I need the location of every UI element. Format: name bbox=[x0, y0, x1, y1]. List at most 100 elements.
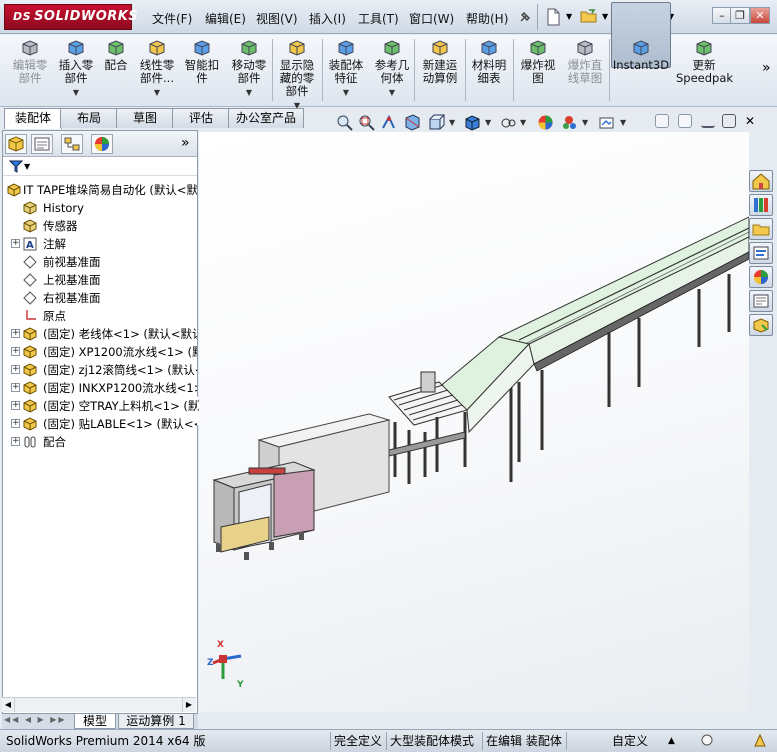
view-orientation-icon[interactable] bbox=[428, 114, 446, 131]
expand-toggle-icon[interactable]: + bbox=[11, 365, 20, 374]
pin-icon[interactable] bbox=[517, 9, 535, 27]
menu-file[interactable]: 文件(F) bbox=[152, 10, 192, 27]
file-explorer-icon[interactable] bbox=[749, 218, 773, 240]
ribbon-button-exploded-view[interactable]: 爆炸视 图 bbox=[516, 39, 560, 85]
tree-item[interactable]: + (固定) 贴LABLE<1> (默认<<默 bbox=[3, 415, 197, 433]
configuration-manager-tab-icon[interactable] bbox=[61, 134, 83, 154]
view-palette-icon[interactable] bbox=[749, 242, 773, 264]
ribbon-button-explode-line[interactable]: 爆炸直 线草图 bbox=[562, 39, 608, 85]
split-view-icon[interactable] bbox=[678, 114, 692, 128]
ribbon-dropdown-icon[interactable]: ▼ bbox=[56, 86, 96, 99]
restore-button[interactable]: ❐ bbox=[730, 7, 750, 24]
ribbon-button-smart-fastener[interactable]: 智能扣 件 bbox=[182, 39, 222, 85]
panel-more-button[interactable]: » bbox=[181, 135, 190, 151]
tree-item[interactable]: 原点 bbox=[3, 307, 197, 325]
tree-item[interactable]: + A 注解 bbox=[3, 235, 197, 253]
menu-edit[interactable]: 编辑(E) bbox=[205, 10, 246, 27]
expand-toggle-icon[interactable]: + bbox=[11, 419, 20, 428]
apply-scene-icon[interactable] bbox=[561, 114, 578, 131]
ribbon-button-reference-geometry[interactable]: 参考几 何体 ▼ bbox=[370, 39, 414, 99]
open-folder-icon[interactable] bbox=[580, 8, 598, 26]
ribbon-button-linear-pattern[interactable]: 线性零 部件... ▼ bbox=[136, 39, 178, 99]
menu-window[interactable]: 窗口(W) bbox=[409, 10, 454, 27]
ribbon-dropdown-icon[interactable]: ▼ bbox=[370, 86, 414, 99]
appearances-icon[interactable] bbox=[749, 266, 773, 288]
display-style-dropdown-icon[interactable]: ▼ bbox=[485, 118, 491, 127]
menu-help[interactable]: 帮助(H) bbox=[466, 10, 508, 27]
ribbon-button-motion-study[interactable]: 新建运 动算例 bbox=[418, 39, 462, 85]
view-settings-icon[interactable] bbox=[598, 114, 615, 131]
tree-item[interactable]: + (固定) 空TRAY上料机<1> (默认 bbox=[3, 397, 197, 415]
ribbon-button-mate[interactable]: 配合 bbox=[100, 39, 132, 72]
solidworks-forum-icon[interactable] bbox=[749, 314, 773, 336]
tree-item[interactable]: + (固定) XP1200流水线<1> (默认 bbox=[3, 343, 197, 361]
ribbon-button-assembly-feature[interactable]: 装配体 特征 ▼ bbox=[325, 39, 367, 99]
tab-assembly[interactable]: 装配体 bbox=[4, 108, 62, 129]
custom-properties-icon[interactable] bbox=[749, 290, 773, 312]
graphics-area[interactable]: X Y Z bbox=[199, 132, 750, 712]
open-dropdown-icon[interactable]: ▼ bbox=[602, 12, 608, 21]
tree-item[interactable]: 右视基准面 bbox=[3, 289, 197, 307]
zoom-to-fit-icon[interactable] bbox=[336, 114, 353, 131]
help-balloon-icon[interactable] bbox=[700, 733, 714, 749]
minimize-button[interactable]: – bbox=[712, 7, 732, 24]
tab-nav-arrows[interactable]: ◀◀ ◀ ▶ ▶▶ bbox=[4, 715, 70, 728]
tree-item[interactable]: 传感器 bbox=[3, 217, 197, 235]
previous-view-icon[interactable] bbox=[380, 114, 397, 131]
new-document-icon[interactable] bbox=[545, 8, 563, 26]
hide-show-items-icon[interactable] bbox=[500, 114, 517, 131]
tab-sketch[interactable]: 草图 bbox=[116, 108, 174, 128]
property-manager-tab-icon[interactable] bbox=[31, 134, 53, 154]
expand-toggle-icon[interactable]: + bbox=[11, 239, 20, 248]
panel-horizontal-scrollbar[interactable]: ◀ ▶ bbox=[2, 697, 196, 712]
tile-icon[interactable] bbox=[655, 114, 669, 128]
expand-toggle-icon[interactable]: + bbox=[11, 329, 20, 338]
view-settings-dropdown-icon[interactable]: ▼ bbox=[620, 118, 626, 127]
tab-office-products[interactable]: 办公室产品 bbox=[228, 108, 304, 128]
feature-manager-tab-icon[interactable] bbox=[5, 134, 27, 154]
tab-evaluate[interactable]: 评估 bbox=[172, 108, 230, 128]
zoom-to-area-icon[interactable] bbox=[358, 114, 375, 131]
ribbon-more-button[interactable]: » bbox=[762, 60, 771, 76]
close-button[interactable]: ✕ bbox=[750, 7, 770, 24]
design-library-icon[interactable] bbox=[749, 194, 773, 216]
rebuild-notification-icon[interactable] bbox=[752, 733, 768, 749]
display-style-icon[interactable] bbox=[464, 114, 481, 131]
view-orientation-dropdown-icon[interactable]: ▼ bbox=[449, 118, 455, 127]
viewport-minimize-button[interactable] bbox=[701, 114, 715, 128]
filter-dropdown-icon[interactable]: ▼ bbox=[24, 162, 30, 171]
tab-layout[interactable]: 布局 bbox=[60, 108, 118, 128]
ribbon-dropdown-icon[interactable]: ▼ bbox=[325, 86, 367, 99]
tree-item[interactable]: 上视基准面 bbox=[3, 271, 197, 289]
ribbon-button-edit-component[interactable]: 编辑零 部件 bbox=[8, 39, 52, 85]
tree-item[interactable]: 前视基准面 bbox=[3, 253, 197, 271]
ribbon-dropdown-icon[interactable]: ▼ bbox=[136, 86, 178, 99]
units-dropdown-icon[interactable]: ▲ bbox=[668, 733, 675, 750]
viewport-close-button[interactable]: ✕ bbox=[743, 114, 757, 128]
scroll-right-button[interactable]: ▶ bbox=[182, 698, 195, 712]
ribbon-button-show-hidden[interactable]: 显示隐 藏的零 部件 ▼ bbox=[276, 39, 318, 112]
ribbon-button-speedpak[interactable]: 更新 Speedpak bbox=[676, 39, 733, 85]
ribbon-button-insert-component[interactable]: 插入零 部件 ▼ bbox=[56, 39, 96, 99]
ribbon-button-bom[interactable]: 材料明 细表 bbox=[468, 39, 510, 85]
tree-item[interactable]: IT TAPE堆垛简易自动化 (默认<默 bbox=[3, 181, 197, 199]
scene-dropdown-icon[interactable]: ▼ bbox=[582, 118, 588, 127]
new-dropdown-icon[interactable]: ▼ bbox=[566, 12, 572, 21]
edit-appearance-icon[interactable] bbox=[537, 114, 554, 131]
tree-item[interactable]: History bbox=[3, 199, 197, 217]
scroll-left-button[interactable]: ◀ bbox=[2, 698, 15, 712]
tab-motion-study[interactable]: 运动算例 1 bbox=[118, 714, 194, 729]
solidworks-logo[interactable]: DS SOLIDWORKS bbox=[4, 4, 138, 30]
expand-toggle-icon[interactable]: + bbox=[11, 383, 20, 392]
menu-insert[interactable]: 插入(I) bbox=[309, 10, 346, 27]
menu-tools[interactable]: 工具(T) bbox=[358, 10, 399, 27]
ribbon-button-move-component[interactable]: 移动零 部件 ▼ bbox=[228, 39, 270, 99]
tree-item[interactable]: + (固定) zj12滚筒线<1> (默认<默 bbox=[3, 361, 197, 379]
ribbon-dropdown-icon[interactable]: ▼ bbox=[228, 86, 270, 99]
expand-toggle-icon[interactable]: + bbox=[11, 401, 20, 410]
expand-toggle-icon[interactable]: + bbox=[11, 347, 20, 356]
hide-show-dropdown-icon[interactable]: ▼ bbox=[520, 118, 526, 127]
tab-model[interactable]: 模型 bbox=[74, 714, 116, 729]
viewport-restore-button[interactable] bbox=[722, 114, 736, 128]
ribbon-button-instant3d[interactable]: Instant3D bbox=[612, 39, 670, 72]
